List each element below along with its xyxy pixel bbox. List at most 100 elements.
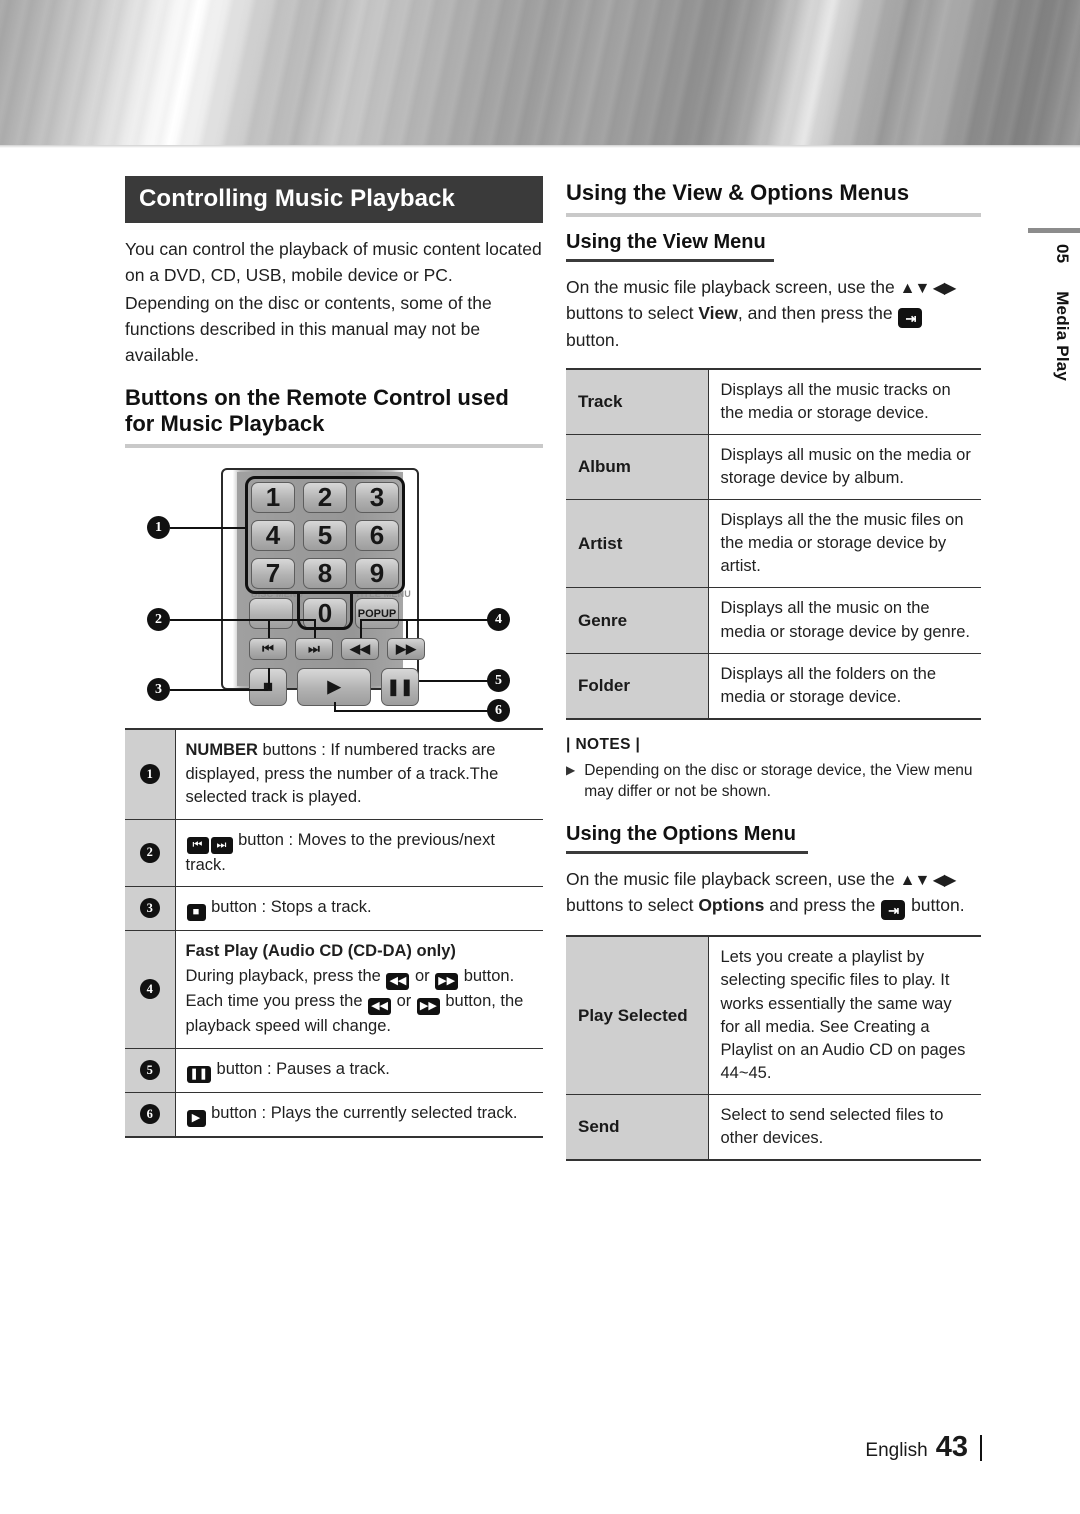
fast-play-line1-b: or — [410, 967, 435, 986]
view-term-album: Album — [566, 434, 709, 500]
fast-play-line1-c: button. — [459, 967, 515, 986]
remote-key-next-track: ⏭ — [295, 638, 333, 661]
number-buttons-label: NUMBER — [185, 741, 258, 760]
view-meaning-genre: Displays all the music on the media or s… — [720, 599, 970, 641]
intro-text: You can control the playback of music co… — [125, 237, 543, 369]
callout-lead-2-riser-b — [314, 619, 316, 639]
badge-1: 1 — [139, 764, 160, 785]
callout-lead-3 — [170, 689, 268, 692]
table-row: 3 ■ button : Stops a track. — [125, 886, 543, 931]
badge-2: 2 — [139, 842, 160, 863]
callout-marker-5: 5 — [487, 669, 510, 693]
view-intro-d: button. — [566, 330, 620, 351]
page-title: Controlling Music Playback — [125, 176, 543, 223]
callout-marker-3: 3 — [147, 678, 170, 702]
table-row: Album Displays all music on the media or… — [566, 434, 981, 500]
view-intro-b: buttons to select — [566, 302, 699, 323]
remote-key-play: ▶ — [297, 668, 371, 707]
row-description-cell: ⏮ ⏭ button : Moves to the previous/next t… — [175, 819, 543, 886]
stop-button-text: button : Stops a track. — [211, 897, 372, 916]
pause-button-text: button : Pauses a track. — [216, 1059, 390, 1078]
remote-key-prev-track: ⏮ — [249, 638, 287, 661]
note-item: ▶ Depending on the disc or storage devic… — [566, 760, 981, 803]
banner-shadow — [0, 145, 1080, 148]
row-description-cell: NUMBER buttons : If numbered tracks are … — [175, 729, 543, 819]
view-term-artist: Artist — [566, 499, 709, 588]
remote-button-table: 1 NUMBER buttons : If numbered tracks ar… — [125, 728, 543, 1138]
view-meaning-folder: Displays all the folders on the media or… — [720, 664, 937, 706]
enter-button-icon: ⇥ — [898, 308, 923, 329]
fast-play-line2-a: Each time you press the — [185, 992, 368, 1011]
options-intro-c: and press the — [764, 894, 881, 915]
remote-control-diagram: 1 2 3 4 5 6 7 8 9 DISC MENU TITLE MENU 0… — [125, 462, 543, 723]
table-row: Track Displays all the music tracks on t… — [566, 368, 981, 435]
row-description-cell: ▶ button : Plays the currently selected … — [175, 1092, 543, 1137]
view-menu-table: Track Displays all the music tracks on t… — [566, 368, 981, 720]
intro-paragraph-1: You can control the playback of music co… — [125, 239, 542, 285]
table-row: Play Selected Lets you create a playlist… — [566, 936, 981, 1095]
callout-lead-2-bridge — [268, 619, 316, 622]
row-index-cell: 6 — [125, 1092, 176, 1137]
enter-button-icon: ⇥ — [881, 900, 906, 921]
section-heading: Buttons on the Remote Control used for M… — [125, 384, 509, 437]
table-row: 2 ⏮ ⏭ button : Moves to the previous/next… — [125, 819, 543, 887]
chapter-label: Media Play — [1053, 291, 1072, 382]
row-index-cell: 4 — [125, 930, 176, 1049]
table-row: Genre Displays all the music on the medi… — [566, 587, 981, 654]
callout-marker-6: 6 — [487, 699, 510, 723]
badge-6: 6 — [139, 1104, 160, 1125]
bullet-triangle-icon: ▶ — [566, 762, 576, 777]
remote-key-fast-forward: ▶▶ — [387, 638, 425, 661]
footer-language: English — [865, 1440, 928, 1461]
pause-icon: ❚❚ — [186, 1065, 211, 1083]
badge-3: 3 — [139, 898, 160, 919]
options-keyword: Options — [698, 894, 765, 915]
options-intro-a: On the music file playback screen, use t… — [566, 869, 900, 890]
callout-marker-1: 1 — [147, 516, 170, 540]
fast-forward-icon: ▶▶ — [416, 998, 440, 1016]
section-heading-rule — [125, 444, 543, 449]
view-keyword: View — [698, 302, 738, 323]
options-intro-b: buttons to select — [566, 894, 699, 915]
callout-lead-4 — [360, 619, 488, 622]
remote-key-pause: ❚❚ — [381, 668, 419, 707]
note-text: Depending on the disc or storage device,… — [584, 761, 973, 801]
remote-key-disc-menu — [249, 598, 293, 630]
fast-play-line2-b: or — [392, 992, 416, 1011]
chapter-tab-bar — [1028, 228, 1080, 233]
callout-lead-3-riser — [268, 668, 270, 690]
page-footer: English 43 — [865, 1431, 982, 1464]
callout-lead-4-riser-b — [406, 619, 408, 639]
row-index-cell: 5 — [125, 1048, 176, 1093]
options-meaning-play-selected: Lets you create a playlist by selecting … — [720, 948, 966, 1082]
decorative-metal-banner — [0, 0, 1080, 145]
table-row: 6 ▶ button : Plays the currently selecte… — [125, 1092, 543, 1137]
chapter-tab-text: 05 Media Play — [1052, 244, 1072, 381]
callout-marker-2: 2 — [147, 608, 170, 632]
chapter-tab: 05 Media Play — [1020, 228, 1080, 408]
callout-lead-2-riser-a — [268, 619, 270, 639]
callout-marker-4: 4 — [487, 608, 510, 632]
fast-play-subheading: Fast Play (Audio CD (CD-DA) only) — [185, 941, 456, 960]
rewind-icon: ◀◀ — [368, 998, 392, 1016]
view-options-heading-rule — [566, 212, 981, 217]
options-menu-heading-rule — [566, 851, 808, 855]
view-meaning-track: Displays all the music tracks on the med… — [720, 380, 951, 422]
options-term-play-selected: Play Selected — [566, 936, 709, 1095]
prev-track-icon: ⏮ — [186, 836, 209, 854]
keypad-group-outline — [245, 476, 405, 595]
view-term-genre: Genre — [566, 587, 709, 654]
direction-arrows-icon: ▲▼ ◀▶ — [899, 279, 957, 297]
view-term-track: Track — [566, 368, 709, 435]
direction-arrows-icon: ▲▼ ◀▶ — [899, 872, 957, 890]
callout-lead-5 — [419, 680, 489, 683]
view-term-folder: Folder — [566, 653, 709, 719]
intro-paragraph-2: Depending on the disc or contents, some … — [125, 293, 492, 365]
table-row: 1 NUMBER buttons : If numbered tracks ar… — [125, 729, 543, 820]
row-description-cell: ■ button : Stops a track. — [175, 886, 543, 930]
options-intro-d: button. — [906, 894, 965, 915]
callout-lead-4-riser-a — [360, 619, 362, 639]
view-menu-heading: Using the View Menu — [566, 230, 766, 253]
play-icon: ▶ — [186, 1109, 206, 1127]
table-row: Artist Displays all the the music files … — [566, 499, 981, 588]
